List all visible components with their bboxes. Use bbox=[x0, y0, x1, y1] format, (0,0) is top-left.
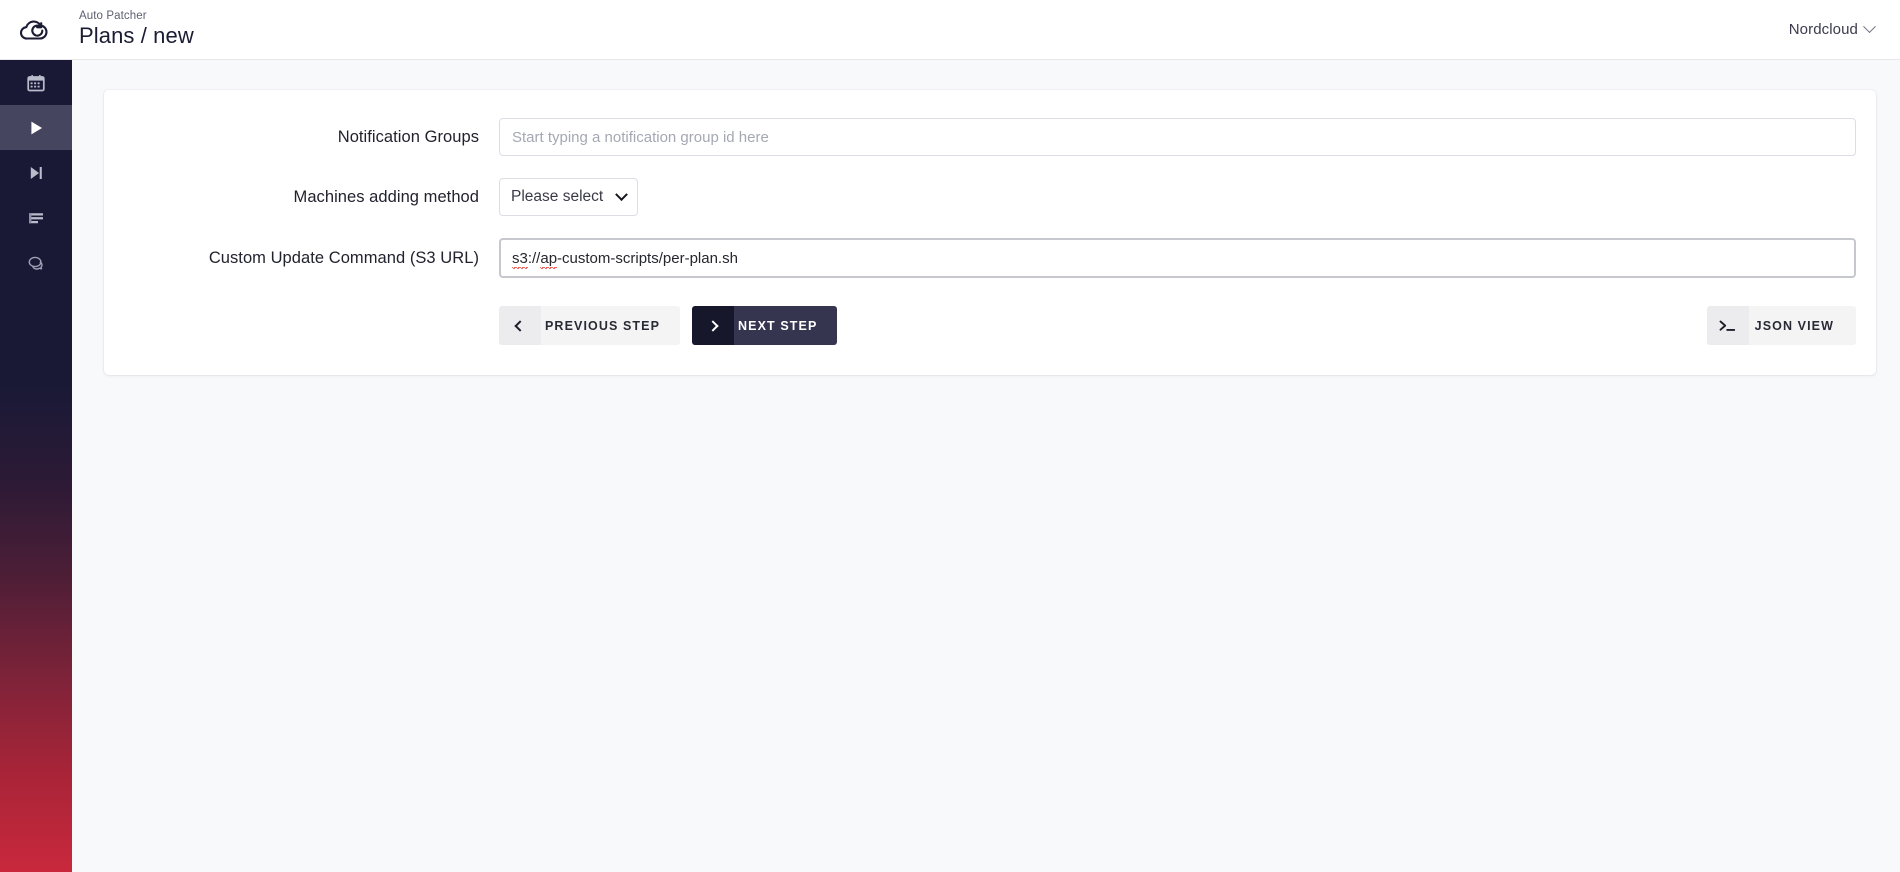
plan-form-card: Notification Groups Machines adding meth… bbox=[104, 90, 1876, 375]
calendar-icon bbox=[27, 74, 45, 92]
chevron-right-icon bbox=[692, 306, 735, 345]
main-content: Notification Groups Machines adding meth… bbox=[72, 60, 1900, 872]
account-menu[interactable]: Nordcloud bbox=[1788, 20, 1900, 38]
app-root: Auto Patcher Plans / new Nordcloud Notif… bbox=[0, 0, 1900, 872]
sidebar-item-messages[interactable] bbox=[0, 240, 72, 285]
page-title: Plans / new bbox=[79, 22, 194, 48]
machines-adding-method-value: Please select bbox=[511, 188, 604, 205]
field-machines-adding-method: Please select bbox=[499, 178, 1856, 216]
sidebar bbox=[0, 60, 72, 872]
previous-step-button[interactable]: PREVIOUS STEP bbox=[499, 306, 681, 345]
chevron-left-icon bbox=[499, 306, 541, 345]
form-actions: PREVIOUS STEP NEXT STEP JSON VIEW bbox=[124, 306, 1856, 345]
spellcheck-word: s3 bbox=[512, 249, 528, 269]
skip-forward-icon bbox=[27, 164, 45, 182]
custom-update-command-value: s3://ap-custom-scripts/per-plan.sh bbox=[512, 249, 738, 269]
sidebar-item-logs[interactable] bbox=[0, 195, 72, 240]
chevron-down-icon bbox=[1863, 20, 1876, 34]
json-view-button[interactable]: JSON VIEW bbox=[1706, 306, 1856, 345]
spellcheck-word: ap bbox=[540, 249, 558, 269]
value-separator: :// bbox=[527, 249, 541, 267]
previous-step-label: PREVIOUS STEP bbox=[541, 306, 681, 345]
label-machines-adding-method: Machines adding method bbox=[293, 187, 479, 206]
logo[interactable] bbox=[0, 0, 72, 60]
play-icon bbox=[27, 119, 45, 137]
json-view-label: JSON VIEW bbox=[1748, 306, 1856, 345]
sidebar-item-executions[interactable] bbox=[0, 150, 72, 195]
list-icon bbox=[27, 209, 45, 227]
field-custom-update-command: s3://ap-custom-scripts/per-plan.sh bbox=[499, 238, 1856, 278]
form-row-machines-adding-method: Machines adding method Please select bbox=[124, 178, 1856, 216]
form-row-custom-update-command: Custom Update Command (S3 URL) s3://ap-c… bbox=[124, 238, 1856, 278]
label-custom-update-command: Custom Update Command (S3 URL) bbox=[208, 248, 479, 267]
form-row-notification-groups: Notification Groups bbox=[124, 118, 1856, 156]
notification-groups-input[interactable] bbox=[499, 118, 1856, 156]
top-header: Auto Patcher Plans / new Nordcloud bbox=[0, 0, 1900, 60]
next-step-button[interactable]: NEXT STEP bbox=[692, 306, 838, 345]
sidebar-item-calendar[interactable] bbox=[0, 60, 72, 105]
machines-adding-method-select[interactable]: Please select bbox=[499, 178, 639, 216]
account-name: Nordcloud bbox=[1788, 21, 1858, 38]
page-heading: Auto Patcher Plans / new bbox=[72, 9, 194, 49]
next-step-label: NEXT STEP bbox=[734, 306, 838, 345]
terminal-prompt-icon bbox=[1706, 306, 1749, 345]
app-name: Auto Patcher bbox=[79, 9, 147, 22]
label-notification-groups: Notification Groups bbox=[337, 127, 479, 146]
chat-bubble-icon bbox=[27, 254, 45, 272]
custom-update-command-input[interactable]: s3://ap-custom-scripts/per-plan.sh bbox=[499, 238, 1856, 278]
sidebar-item-plans[interactable] bbox=[0, 105, 72, 150]
value-rest: -custom-scripts/per-plan.sh bbox=[557, 249, 738, 267]
field-notification-groups bbox=[499, 118, 1856, 156]
chevron-down-icon bbox=[615, 187, 629, 201]
cloud-refresh-logo-icon bbox=[20, 17, 52, 43]
